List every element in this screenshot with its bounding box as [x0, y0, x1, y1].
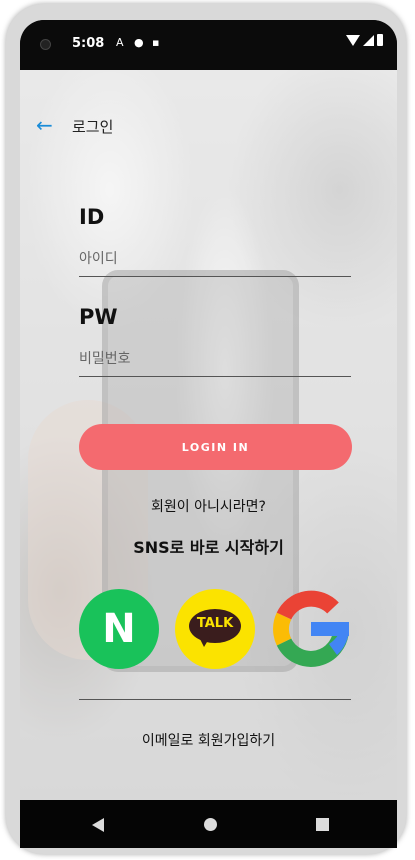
notification-a-icon: A	[116, 36, 124, 49]
sns-login-row: N TALK	[79, 589, 351, 669]
id-input[interactable]	[79, 242, 351, 277]
nav-home-icon[interactable]	[204, 818, 217, 831]
sns-title: SNS로 바로 시작하기	[133, 538, 284, 557]
navigation-bar	[20, 800, 397, 848]
login-button[interactable]: LOGIN IN	[79, 424, 352, 470]
divider	[79, 699, 351, 700]
signup-question: 회원이 아니시라면?	[151, 499, 266, 515]
id-label: ID	[79, 205, 105, 229]
camera-dot	[40, 39, 51, 50]
email-signup-link[interactable]: 이메일로 회원가입하기	[20, 730, 397, 750]
notification-c-icon: ▪	[152, 36, 160, 49]
kakao-login-button[interactable]: TALK	[175, 589, 255, 669]
google-logo-icon	[273, 590, 349, 667]
app-header: ← 로그인	[20, 108, 397, 148]
kakao-bubble-tail	[199, 637, 210, 647]
battery-icon	[377, 34, 383, 46]
pw-label: PW	[79, 305, 118, 329]
signal-icon	[363, 34, 374, 46]
wifi-icon	[346, 34, 360, 46]
nav-back-icon[interactable]	[92, 818, 104, 832]
naver-login-button[interactable]: N	[79, 589, 159, 669]
login-screen: ← 로그인 ID PW LOGIN IN 회원이 아니시라면? SNS로 바로 …	[20, 70, 397, 800]
phone-screen: 5:08 A ● ▪ ← 로그인 ID PW LOGIN IN 회원이 아니시라…	[20, 20, 397, 848]
page-title: 로그인	[72, 118, 114, 136]
status-time: 5:08	[72, 36, 105, 51]
nav-recent-apps-icon[interactable]	[316, 818, 329, 831]
back-arrow-icon[interactable]: ←	[36, 114, 58, 136]
status-right-icons	[346, 34, 383, 46]
naver-logo-icon: N	[102, 606, 136, 652]
password-input[interactable]	[79, 342, 351, 377]
google-login-button[interactable]	[271, 589, 351, 669]
kakao-logo-text: TALK	[196, 616, 234, 631]
notification-b-icon: ●	[134, 36, 144, 49]
status-bar: 5:08 A ● ▪	[20, 20, 397, 70]
